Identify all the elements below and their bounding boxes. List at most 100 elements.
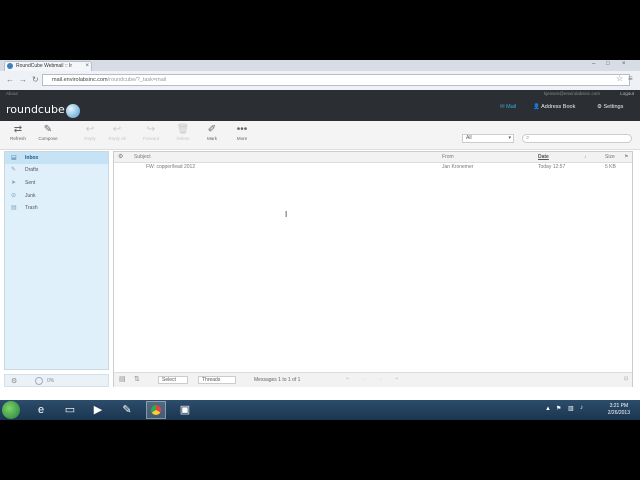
filter-select[interactable]: All ▾ — [462, 134, 514, 143]
folder-label: Junk — [25, 193, 36, 199]
column-subject[interactable]: Subject — [134, 152, 151, 162]
nav-mail[interactable]: ✉ Mail — [500, 104, 516, 114]
close-window-icon[interactable]: × — [622, 61, 626, 67]
person-icon: 👤 — [533, 104, 540, 110]
maximize-icon[interactable]: □ — [606, 61, 610, 67]
folder-sent[interactable]: ➤ Sent — [5, 177, 108, 189]
folder-inbox[interactable]: ⬓ Inbox — [5, 152, 108, 164]
tray-volume-icon[interactable]: ♪ — [580, 405, 583, 411]
minimize-icon[interactable]: – — [592, 61, 595, 67]
menu-icon[interactable]: ≡ — [628, 74, 633, 83]
folder-actions-gear-icon[interactable]: ⚙ — [11, 377, 17, 385]
quota-pie-icon — [35, 377, 43, 385]
roundcube-logo: roundcube — [6, 103, 65, 116]
tray-arrow-icon[interactable]: ▲ — [545, 406, 551, 412]
first-page-icon[interactable]: ⇤ — [346, 376, 350, 382]
close-tab-icon[interactable]: × — [85, 62, 89, 71]
list-view-icon[interactable]: ▤ — [119, 375, 126, 383]
row-date: Today 12:57 — [538, 164, 566, 170]
media-player-icon[interactable]: ▶ — [91, 403, 105, 417]
reply-icon: ↩ — [85, 124, 95, 135]
reply-button[interactable]: ↩ Reply — [79, 124, 101, 141]
threads-view-icon[interactable]: ⇅ — [134, 375, 140, 383]
reload-icon[interactable]: ↻ — [32, 75, 39, 84]
last-page-icon[interactable]: ⇥ — [394, 376, 398, 382]
mark-button[interactable]: ✐ Mark — [201, 124, 223, 141]
compose-button[interactable]: ✎ Compose — [37, 124, 59, 141]
start-button[interactable] — [2, 401, 20, 419]
reply-all-icon: ↩ — [112, 124, 122, 135]
ie-icon[interactable]: e — [34, 403, 48, 417]
mail-icon: ✉ — [500, 104, 505, 110]
column-from[interactable]: From — [442, 152, 454, 162]
search-icon: ⌕ — [526, 135, 530, 141]
search-input[interactable]: ⌕ — [522, 134, 632, 143]
expand-icon[interactable]: ⊡ — [624, 376, 628, 382]
tab-title: RoundCube Webmail :: Ir — [16, 63, 73, 69]
url-input[interactable]: mail.envirolabsinc.com/roundcube/?_task=… — [42, 74, 630, 86]
tray-network-icon[interactable]: ▥ — [568, 405, 574, 412]
folder-label: Sent — [25, 180, 36, 186]
table-row[interactable]: FW: copper/lead 2012 Jan Kronemer Today … — [114, 163, 632, 172]
junk-icon: ⊘ — [11, 193, 17, 199]
forward-icon[interactable]: → — [19, 75, 27, 84]
nav-settings[interactable]: ⚙ Settings — [597, 104, 623, 110]
more-icon: ••• — [236, 124, 248, 135]
star-icon[interactable]: ☆ — [616, 74, 623, 83]
chrome-taskbar-button[interactable] — [146, 401, 166, 419]
list-options-gear-icon[interactable]: ⚙ — [118, 152, 123, 162]
user-email: kjensen@envirolabsinc.com — [543, 91, 600, 96]
quota-value: 0% — [47, 378, 55, 384]
browser-tab[interactable]: RoundCube Webmail :: Ir × — [4, 61, 92, 71]
prev-page-icon[interactable]: ← — [362, 376, 367, 382]
delete-button[interactable]: 🗑 Delete — [172, 124, 194, 141]
reply-all-label: Reply all — [108, 136, 126, 141]
inbox-icon: ⬓ — [11, 155, 17, 161]
roundcube-header: roundcube ✉ Mail 👤 Address Book ⚙ Settin… — [0, 99, 640, 121]
folder-drafts[interactable]: ✎ Drafts — [5, 164, 108, 176]
back-icon[interactable]: ← — [6, 75, 14, 84]
list-header: ⚙ Subject From Date ↓ Size ⚑ — [114, 152, 632, 163]
clock-date: 2/26/2013 — [607, 410, 630, 416]
forward-button[interactable]: ↪ Forward — [140, 124, 162, 141]
reply-all-button[interactable]: ↩ Reply all — [106, 124, 128, 141]
text-cursor-icon: I — [285, 210, 288, 219]
column-size[interactable]: Size — [605, 152, 615, 162]
clock[interactable]: 3:21 PM 2/26/2013 — [608, 403, 630, 417]
delete-label: Delete — [176, 136, 190, 141]
folder-trash[interactable]: ▤ Trash — [5, 202, 108, 214]
next-page-icon[interactable]: → — [378, 376, 383, 382]
more-button[interactable]: ••• More — [231, 124, 253, 141]
tray-flag-icon[interactable]: ⚑ — [556, 405, 561, 412]
about-link[interactable]: About — [6, 91, 18, 96]
browser-window: RoundCube Webmail :: Ir × – □ × ← → ↻ ma… — [0, 60, 640, 400]
threads-dropdown[interactable]: Threads — [198, 376, 236, 384]
select-dropdown[interactable]: Select — [158, 376, 188, 384]
folder-icon[interactable]: ▭ — [63, 403, 77, 417]
threads-label: Threads — [202, 377, 221, 383]
forward-label: Forward — [142, 136, 160, 141]
nav-settings-label: Settings — [603, 104, 624, 110]
gear-icon: ⚙ — [597, 104, 602, 110]
paint-icon[interactable]: ✎ — [120, 403, 134, 417]
list-footer: ▤ ⇅ Select Threads Messages 1 to 1 of 1 … — [114, 372, 632, 387]
column-date[interactable]: Date — [538, 152, 549, 162]
logout-link[interactable]: Logout — [620, 91, 634, 96]
nav-mail-label: Mail — [506, 104, 517, 110]
chevron-down-icon: ▾ — [508, 135, 511, 141]
refresh-icon: ⇄ — [13, 124, 23, 135]
message-list: ⚙ Subject From Date ↓ Size ⚑ FW: copper/… — [113, 151, 633, 387]
refresh-button[interactable]: ⇄ Refresh — [7, 124, 29, 141]
logo-ball-icon — [66, 104, 80, 118]
compose-icon: ✎ — [43, 124, 53, 135]
reply-label: Reply — [84, 136, 96, 141]
folder-junk[interactable]: ⊘ Junk — [5, 190, 108, 202]
mark-icon: ✐ — [207, 124, 217, 135]
nav-address-book-label: Address Book — [541, 104, 576, 110]
folder-label: Inbox — [25, 155, 39, 161]
clock-time: 3:21 PM — [609, 403, 629, 409]
nav-address-book[interactable]: 👤 Address Book — [533, 104, 575, 110]
trash-icon: 🗑 — [176, 124, 190, 135]
app-icon[interactable]: ▣ — [178, 403, 192, 417]
url-path: /roundcube/?_task=mail — [107, 77, 167, 83]
